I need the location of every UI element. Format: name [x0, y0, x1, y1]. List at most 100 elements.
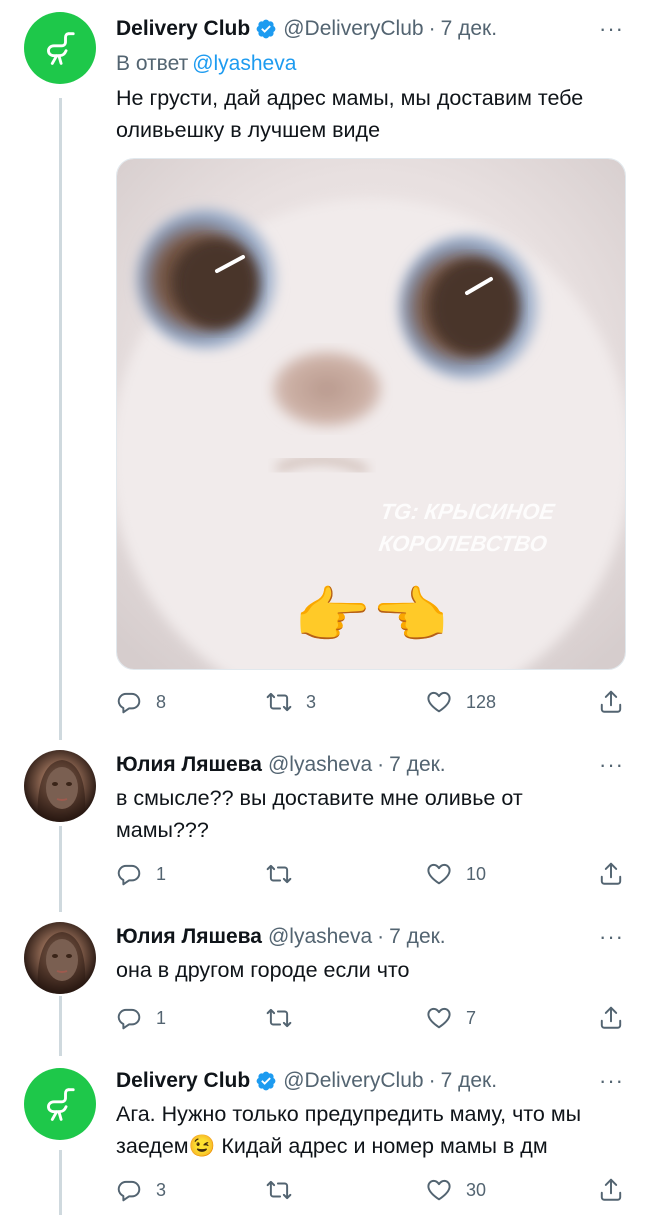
share-icon — [598, 1005, 624, 1031]
author-handle[interactable]: @DeliveryClub — [283, 17, 423, 41]
tweet-header: Юлия Ляшева @lyasheva · 7 дек. — [116, 750, 446, 780]
tweet-text: Не грусти, дай адрес мамы, мы доставим т… — [116, 82, 626, 146]
avatar[interactable] — [24, 12, 96, 84]
tweet[interactable]: Delivery Club @DeliveryClub · 7 дек. ···… — [0, 0, 650, 740]
reply-button[interactable]: 3 — [116, 1174, 166, 1206]
reply-button[interactable]: 8 — [116, 686, 166, 718]
tweet-text-line: Не грусти, дай адрес мамы, мы доставим т… — [116, 86, 584, 110]
watermark-text: КОРОЛЕВСТВО — [377, 531, 548, 556]
reply-icon — [116, 861, 142, 887]
avatar[interactable] — [24, 922, 96, 994]
like-button[interactable]: 10 — [426, 858, 486, 890]
tweet-text-line: заедем😉 Кидай адрес и номер мамы в дм — [116, 1134, 548, 1158]
author-name[interactable]: Юлия Ляшева — [116, 925, 262, 949]
tweet-media-image[interactable]: TG: КРЫСИНОЕ КОРОЛЕВСТВО 👉👈 — [116, 158, 626, 670]
heart-icon — [426, 861, 452, 887]
retweet-button[interactable]: 3 — [266, 686, 316, 718]
more-options-icon[interactable]: ··· — [599, 14, 624, 44]
reply-to-line: В ответ @lyasheva — [116, 52, 296, 76]
separator-dot: · — [377, 925, 385, 948]
share-icon — [598, 689, 624, 715]
tweet-actions: 1 7 — [116, 1002, 628, 1034]
tweet-header: Delivery Club @DeliveryClub · 7 дек. — [116, 1066, 497, 1096]
more-options-icon[interactable]: ··· — [599, 1066, 624, 1096]
tweet-text: в смысле?? вы доставите мне оливье от ма… — [116, 782, 626, 846]
ostrich-logo-icon — [38, 26, 82, 70]
author-handle[interactable]: @DeliveryClub — [283, 1069, 423, 1093]
like-count: 128 — [466, 691, 497, 712]
author-handle[interactable]: @lyasheva — [268, 925, 372, 949]
share-button[interactable] — [598, 686, 624, 718]
reply-prefix: В ответ — [116, 52, 189, 75]
share-button[interactable] — [598, 1002, 624, 1034]
author-name[interactable]: Delivery Club — [116, 17, 250, 41]
watermark-text: TG: КРЫСИНОЕ — [379, 499, 557, 524]
tweet-actions: 3 30 — [116, 1174, 628, 1206]
tweet-text-line: мамы??? — [116, 818, 209, 842]
retweet-icon — [266, 689, 292, 715]
cat-photo: TG: КРЫСИНОЕ КОРОЛЕВСТВО 👉👈 — [117, 159, 625, 669]
retweet-icon — [266, 861, 292, 887]
tweet-actions: 1 10 — [116, 858, 628, 890]
author-handle[interactable]: @lyasheva — [268, 753, 372, 777]
share-icon — [598, 1177, 624, 1203]
like-count: 10 — [466, 863, 487, 884]
retweet-button[interactable] — [266, 1174, 306, 1206]
pointing-fingers-emoji: 👉👈 — [294, 582, 448, 651]
tweet-text-line: в смысле?? вы доставите мне оливье от — [116, 786, 523, 810]
author-name[interactable]: Юлия Ляшева — [116, 753, 262, 777]
reply-count: 1 — [156, 1007, 167, 1028]
retweet-icon — [266, 1177, 292, 1203]
share-button[interactable] — [598, 1174, 624, 1206]
tweet-date[interactable]: 7 дек. — [389, 925, 445, 949]
reply-count: 1 — [156, 863, 167, 884]
avatar[interactable] — [24, 1068, 96, 1140]
tweet-text-line: оливьешку в лучшем виде — [116, 118, 381, 142]
reply-mention-link[interactable]: @lyasheva — [192, 52, 296, 75]
user-portrait — [37, 932, 86, 994]
share-button[interactable] — [598, 858, 624, 890]
reply-icon — [116, 689, 142, 715]
like-button[interactable]: 128 — [426, 686, 496, 718]
reply-button[interactable]: 1 — [116, 1002, 166, 1034]
tweet[interactable]: Delivery Club @DeliveryClub · 7 дек. ···… — [0, 1056, 650, 1215]
like-count: 30 — [466, 1179, 487, 1200]
heart-icon — [426, 1177, 452, 1203]
tweet-text: она в другом городе если что — [116, 954, 626, 986]
verified-badge-icon — [255, 1070, 277, 1092]
reply-count: 3 — [156, 1179, 167, 1200]
reply-count: 8 — [156, 691, 167, 712]
retweet-count: 3 — [306, 691, 317, 712]
like-button[interactable]: 7 — [426, 1002, 476, 1034]
user-portrait — [37, 760, 86, 822]
tweet-date[interactable]: 7 дек. — [389, 753, 445, 777]
like-count: 7 — [466, 1007, 477, 1028]
tweet-header: Юлия Ляшева @lyasheva · 7 дек. — [116, 922, 446, 952]
heart-icon — [426, 689, 452, 715]
reply-icon — [116, 1005, 142, 1031]
separator-dot: · — [428, 1069, 436, 1092]
retweet-icon — [266, 1005, 292, 1031]
separator-dot: · — [377, 753, 385, 776]
avatar[interactable] — [24, 750, 96, 822]
tweet-text-line: Ага. Нужно только предупредить маму, что… — [116, 1102, 582, 1126]
tweet-date[interactable]: 7 дек. — [441, 1069, 497, 1093]
tweet-actions: 8 3 128 — [116, 686, 628, 718]
more-options-icon[interactable]: ··· — [599, 750, 624, 780]
tweet[interactable]: Юлия Ляшева @lyasheva · 7 дек. ··· она в… — [0, 912, 650, 1056]
tweet-text-line: она в другом городе если что — [116, 958, 410, 982]
tweet-date[interactable]: 7 дек. — [441, 17, 497, 41]
tweet-text: Ага. Нужно только предупредить маму, что… — [116, 1098, 626, 1162]
retweet-button[interactable] — [266, 1002, 306, 1034]
share-icon — [598, 861, 624, 887]
reply-icon — [116, 1177, 142, 1203]
more-options-icon[interactable]: ··· — [599, 922, 624, 952]
like-button[interactable]: 30 — [426, 1174, 486, 1206]
retweet-button[interactable] — [266, 858, 306, 890]
author-name[interactable]: Delivery Club — [116, 1069, 250, 1093]
ostrich-logo-icon — [38, 1082, 82, 1126]
separator-dot: · — [428, 17, 436, 40]
heart-icon — [426, 1005, 452, 1031]
tweet[interactable]: Юлия Ляшева @lyasheva · 7 дек. ··· в смы… — [0, 740, 650, 912]
reply-button[interactable]: 1 — [116, 858, 166, 890]
